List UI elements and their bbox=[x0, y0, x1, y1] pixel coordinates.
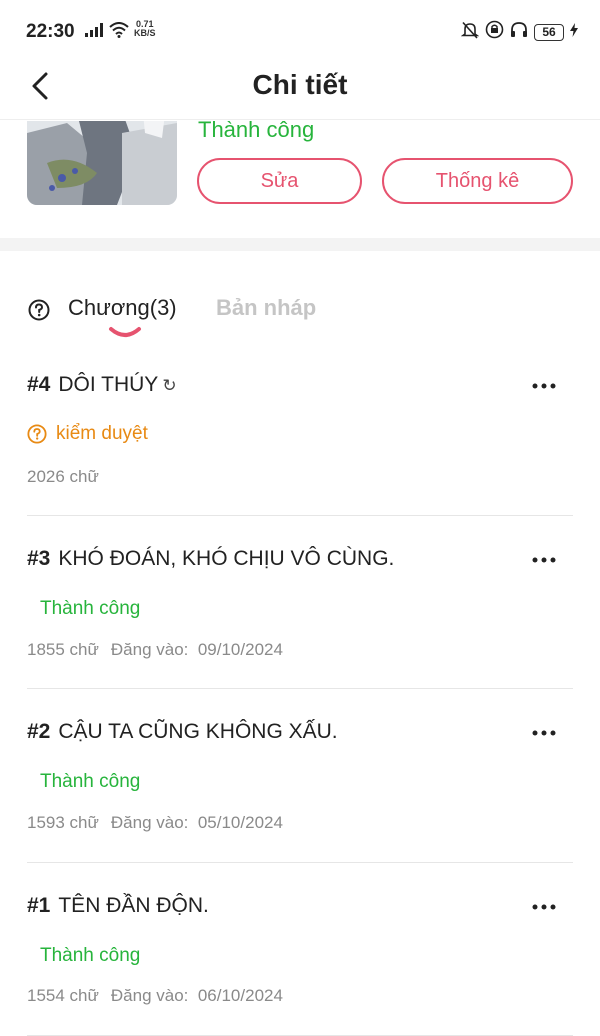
question-circle-icon bbox=[27, 424, 47, 444]
chapter-meta: 1554 chữ Đăng vào: 06/10/2024 bbox=[27, 986, 283, 1006]
divider bbox=[27, 515, 573, 516]
chapter-number: #1 bbox=[27, 894, 51, 917]
status-time: 22:30 bbox=[26, 21, 75, 42]
chapter-title-text: TÊN ĐẦN ĐỘN. bbox=[58, 894, 209, 917]
chapter-title: #1 TÊN ĐẦN ĐỘN. bbox=[27, 894, 209, 918]
chapter-more-button[interactable] bbox=[527, 371, 561, 401]
chapter-number: #3 bbox=[27, 547, 51, 570]
chapter-status: Thành công bbox=[40, 945, 141, 966]
chapter-meta: 2026 chữ bbox=[27, 467, 99, 487]
active-tab-indicator bbox=[108, 326, 142, 345]
chapter-tabs: Chương(3) Bản nháp bbox=[0, 282, 600, 342]
chapter-posted-date: 06/10/2024 bbox=[197, 986, 283, 1005]
story-cover-image[interactable] bbox=[27, 121, 177, 205]
chapter-posted-label: Đăng vào: bbox=[110, 813, 189, 832]
chapter-word-count: 1593 chữ bbox=[27, 813, 99, 832]
chapter-status: Thành công bbox=[40, 771, 141, 792]
page-title: Chi tiết bbox=[252, 69, 348, 100]
chapter-posted-label: Đăng vào: bbox=[110, 986, 189, 1005]
edit-button[interactable]: Sửa bbox=[197, 158, 362, 204]
headphones-icon bbox=[510, 21, 528, 44]
divider bbox=[27, 862, 573, 863]
chapter-meta: 1855 chữ Đăng vào: 09/10/2024 bbox=[27, 640, 283, 660]
chapter-title-text: DÔI THÚY bbox=[58, 373, 159, 396]
status-icons-right: 56 bbox=[460, 20, 578, 44]
wifi-icon bbox=[109, 22, 129, 43]
tab-drafts[interactable]: Bản nháp bbox=[216, 295, 316, 321]
rotation-lock-icon bbox=[485, 20, 504, 44]
story-status: Thành công bbox=[198, 121, 315, 142]
chapter-word-count: 2026 chữ bbox=[27, 467, 99, 486]
chapter-status-text: kiểm duyệt bbox=[56, 423, 148, 444]
chapter-more-button[interactable] bbox=[527, 892, 561, 922]
statistics-button[interactable]: Thống kê bbox=[382, 158, 573, 204]
chapter-title: #3 KHÓ ĐOÁN, KHÓ CHỊU VÔ CÙNG. bbox=[27, 547, 394, 571]
battery-icon: 56 bbox=[534, 23, 564, 41]
chapter-number: #2 bbox=[27, 720, 51, 743]
chapter-posted-date: 09/10/2024 bbox=[197, 640, 283, 659]
chapter-number: #4 bbox=[27, 373, 51, 396]
battery-level: 56 bbox=[542, 25, 556, 39]
chapter-status-pending: kiểm duyệt bbox=[27, 423, 148, 445]
chapter-title: #4 DÔI THÚY ↻ bbox=[27, 373, 177, 397]
refresh-icon: ↻ bbox=[162, 376, 177, 395]
chapter-status: Thành công bbox=[40, 598, 141, 619]
more-horizontal-icon bbox=[532, 383, 556, 389]
question-circle-icon[interactable] bbox=[28, 299, 50, 321]
chapter-meta: 1593 chữ Đăng vào: 05/10/2024 bbox=[27, 813, 283, 833]
chapter-posted-label: Đăng vào: bbox=[110, 640, 189, 659]
chapter-posted-date: 05/10/2024 bbox=[197, 813, 283, 832]
status-bar: 22:30 0.71 KB/S 56 bbox=[0, 0, 600, 56]
charging-icon bbox=[570, 22, 578, 42]
chapter-word-count: 1855 chữ bbox=[27, 640, 99, 659]
app-header: Chi tiết bbox=[0, 56, 600, 120]
tab-chapters[interactable]: Chương(3) bbox=[68, 295, 177, 321]
chapter-more-button[interactable] bbox=[527, 718, 561, 748]
chapter-title-text: CẬU TA CŨNG KHÔNG XẤU. bbox=[58, 720, 338, 743]
story-summary: Thành công Sửa Thống kê bbox=[0, 121, 600, 238]
divider bbox=[27, 688, 573, 689]
chapter-title-text: KHÓ ĐOÁN, KHÓ CHỊU VÔ CÙNG. bbox=[58, 547, 395, 570]
chapter-title: #2 CẬU TA CŨNG KHÔNG XẤU. bbox=[27, 720, 338, 744]
more-horizontal-icon bbox=[532, 557, 556, 563]
chapter-word-count: 1554 chữ bbox=[27, 986, 99, 1005]
signal-icon bbox=[85, 23, 105, 42]
section-separator bbox=[0, 238, 600, 251]
bell-muted-icon bbox=[460, 21, 480, 44]
chapter-more-button[interactable] bbox=[527, 545, 561, 575]
network-speed: 0.71 KB/S bbox=[134, 20, 156, 38]
more-horizontal-icon bbox=[532, 904, 556, 910]
network-speed-unit: KB/S bbox=[134, 28, 156, 38]
more-horizontal-icon bbox=[532, 730, 556, 736]
